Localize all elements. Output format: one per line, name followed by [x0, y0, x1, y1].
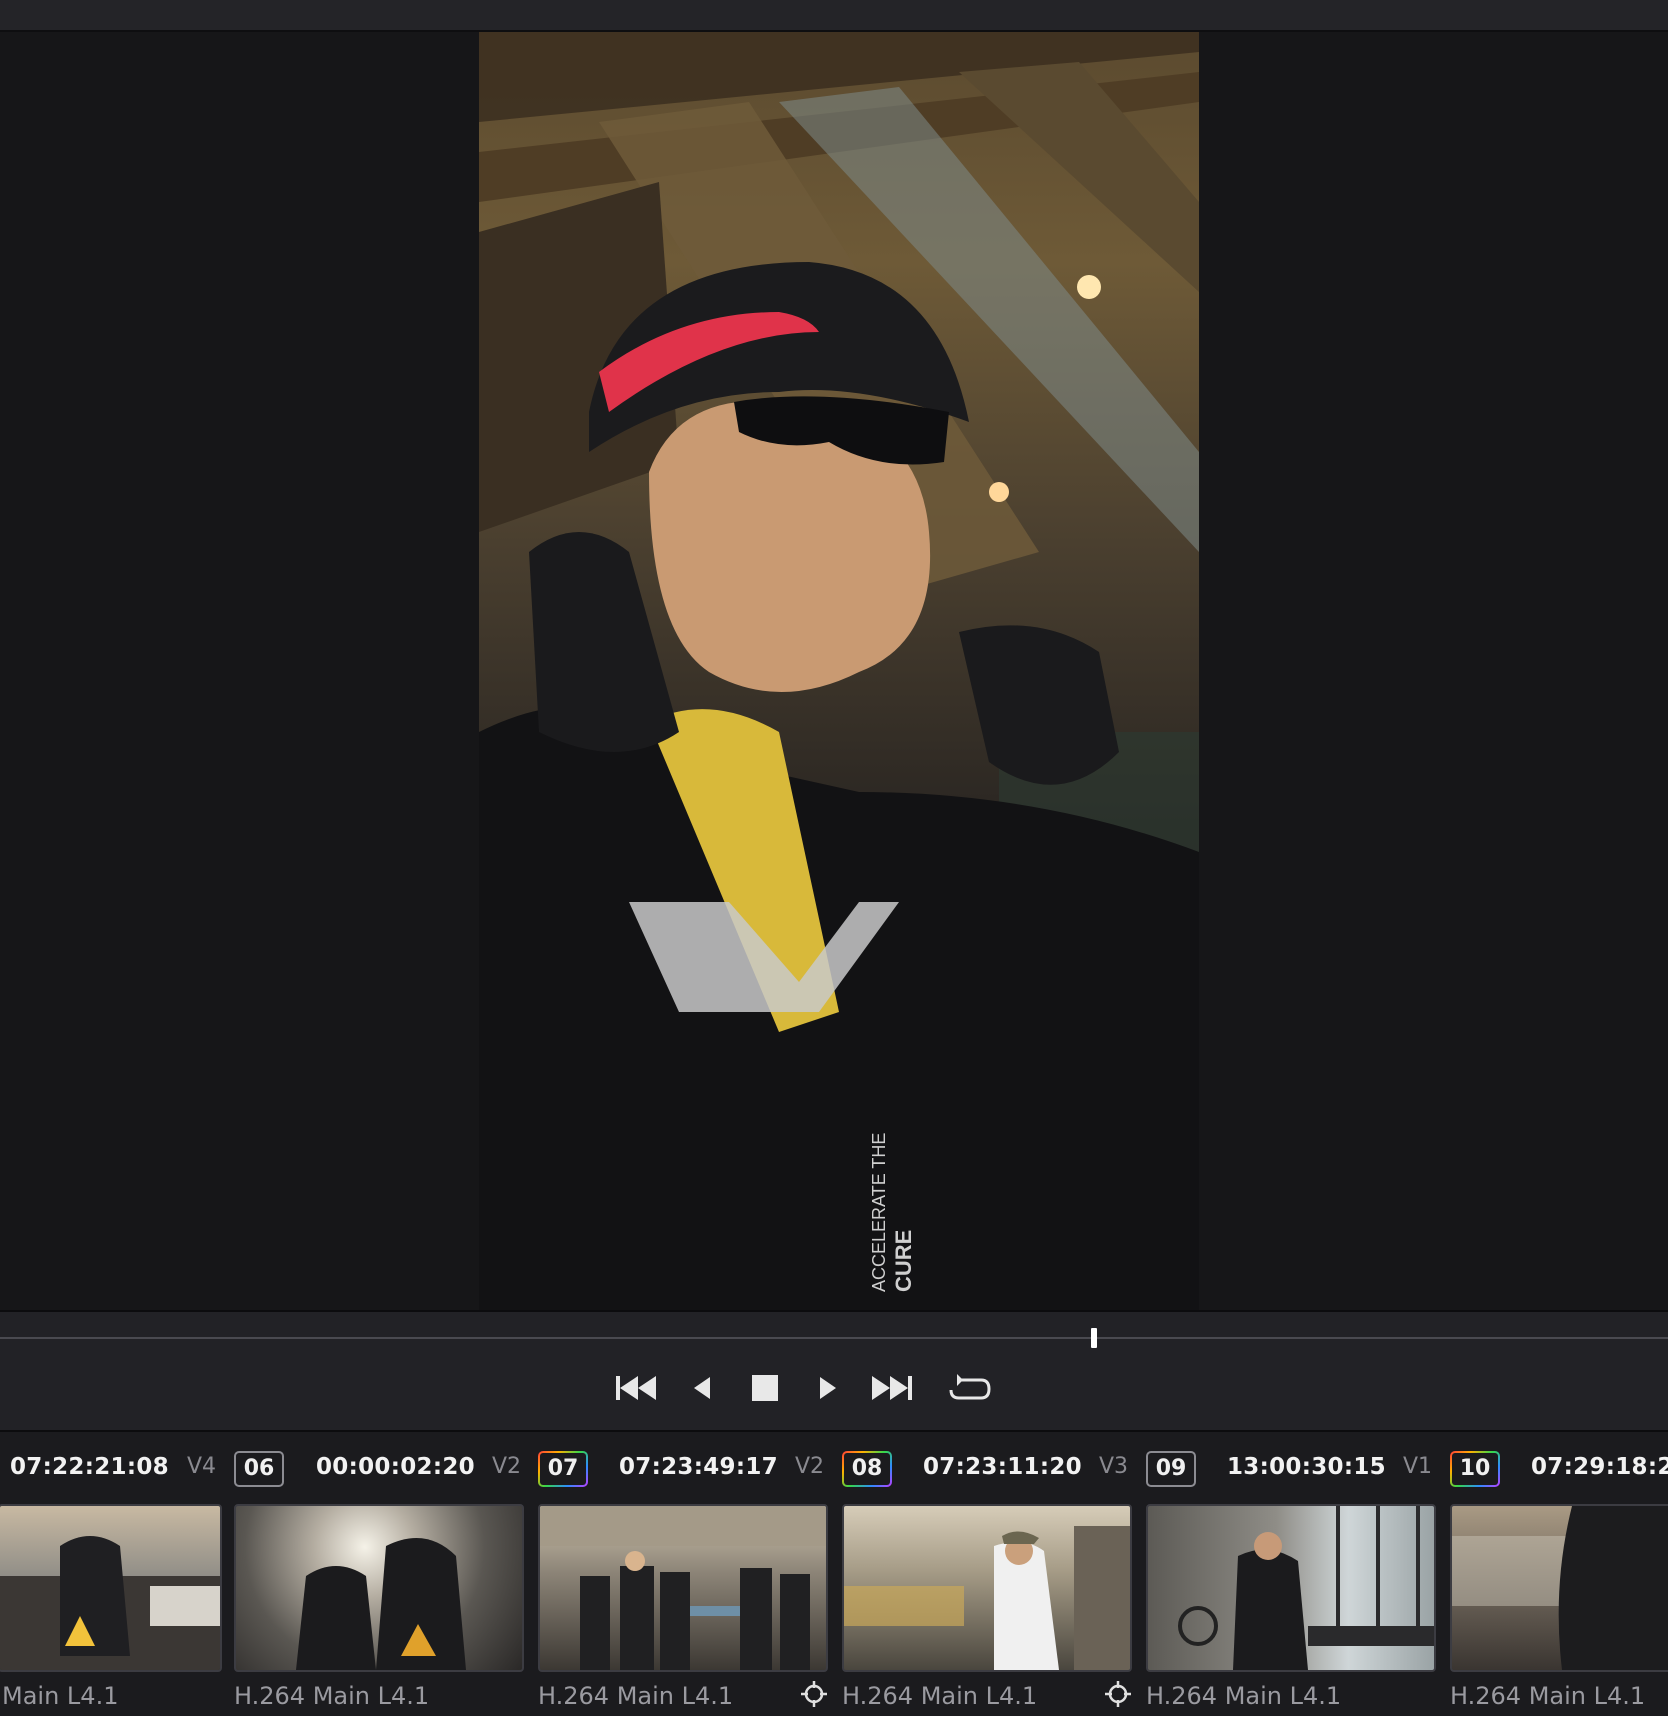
stop-button[interactable] — [741, 1368, 789, 1408]
clip-thumbnail-image — [1452, 1506, 1668, 1670]
clip-codec: H.264 Main L4.1 — [538, 1682, 734, 1710]
clip-codec: H.264 Main L4.1 — [1146, 1682, 1342, 1710]
clip-timecode: 07:29:18:23 — [1531, 1454, 1668, 1480]
play-icon — [820, 1377, 836, 1399]
clip-card[interactable]: 10 07:29:18:23 H.264 Main L4.1 — [1448, 1432, 1668, 1716]
clip-track: V4 — [187, 1454, 217, 1479]
clip-thumbnail[interactable] — [1450, 1504, 1668, 1672]
crosshair-icon[interactable] — [1104, 1680, 1132, 1708]
clip-track: V2 — [492, 1454, 522, 1479]
stop-icon — [752, 1375, 778, 1401]
clip-track: V3 — [1099, 1454, 1129, 1479]
clip-card[interactable]: 09 13:00:30:15 V1 H.264 Main L4.1 — [1144, 1432, 1444, 1716]
loop-icon — [949, 1374, 991, 1400]
clip-codec: Main L4.1 — [2, 1682, 119, 1710]
svg-text:ACCELERATE THE: ACCELERATE THE — [869, 1133, 889, 1292]
viewer-header — [0, 0, 1668, 32]
clip-card[interactable]: 07:22:21:08 V4 Main L4.1 — [0, 1432, 230, 1716]
clip-card[interactable]: 07 07:23:49:17 V2 H.264 Main L4.1 — [536, 1432, 836, 1716]
skip-to-end-button[interactable] — [868, 1368, 916, 1408]
loop-button[interactable] — [946, 1368, 994, 1408]
clip-number-badge: 07 — [538, 1451, 588, 1487]
clip-strip: 07:22:21:08 V4 Main L4.1 06 00:00:02:20 … — [0, 1432, 1668, 1716]
clip-timecode: 07:23:11:20 — [923, 1454, 1082, 1480]
scrubber-track[interactable] — [0, 1337, 1668, 1339]
clip-thumbnail-image — [844, 1526, 1130, 1670]
crosshair-icon[interactable] — [800, 1680, 828, 1708]
svg-text:CURE: CURE — [891, 1230, 916, 1292]
viewer: ACCELERATE THE CURE — [0, 32, 1668, 1310]
play-button[interactable] — [804, 1368, 852, 1408]
video-frame: ACCELERATE THE CURE — [479, 32, 1199, 1310]
clip-card[interactable]: 08 07:23:11:20 V3 H.264 Main L4.1 — [840, 1432, 1140, 1716]
clip-timecode: 13:00:30:15 — [1227, 1454, 1386, 1480]
clip-timecode: 07:23:49:17 — [619, 1454, 778, 1480]
clip-timecode: 07:22:21:08 — [10, 1454, 169, 1480]
clip-track: V2 — [795, 1454, 825, 1479]
clip-thumbnail-image — [1178, 1506, 1434, 1670]
clip-codec: H.264 Main L4.1 — [842, 1682, 1038, 1710]
clip-thumbnail-image — [0, 1536, 220, 1670]
clip-timecode: 00:00:02:20 — [316, 1454, 475, 1480]
clip-thumbnail-image — [540, 1506, 826, 1670]
clip-card[interactable]: 06 00:00:02:20 V2 H.264 Main L4.1 — [232, 1432, 532, 1716]
step-back-icon — [694, 1377, 710, 1399]
clip-thumbnail[interactable] — [538, 1504, 828, 1672]
clip-codec: H.264 Main L4.1 — [1450, 1682, 1646, 1710]
clip-thumbnail[interactable] — [0, 1504, 222, 1672]
clip-thumbnail[interactable] — [234, 1504, 524, 1672]
clip-number-badge: 06 — [234, 1451, 284, 1487]
clip-thumbnail[interactable] — [1146, 1504, 1436, 1672]
clip-thumbnail[interactable] — [842, 1504, 1132, 1672]
clip-number-badge: 10 — [1450, 1451, 1500, 1487]
scrubber-bar[interactable] — [0, 1312, 1668, 1348]
clip-codec: H.264 Main L4.1 — [234, 1682, 430, 1710]
clip-track: V1 — [1403, 1454, 1433, 1479]
skip-to-start-icon — [616, 1376, 656, 1400]
playhead-handle[interactable] — [1091, 1328, 1097, 1348]
clip-number-badge: 09 — [1146, 1451, 1196, 1487]
video-frame-image: ACCELERATE THE CURE — [479, 32, 1199, 1310]
transport-controls — [0, 1348, 1668, 1432]
clip-number-badge: 08 — [842, 1451, 892, 1487]
skip-to-start-button[interactable] — [612, 1368, 660, 1408]
clip-thumbnail-image — [296, 1538, 466, 1670]
step-back-button[interactable] — [678, 1368, 726, 1408]
skip-to-end-icon — [872, 1376, 912, 1400]
